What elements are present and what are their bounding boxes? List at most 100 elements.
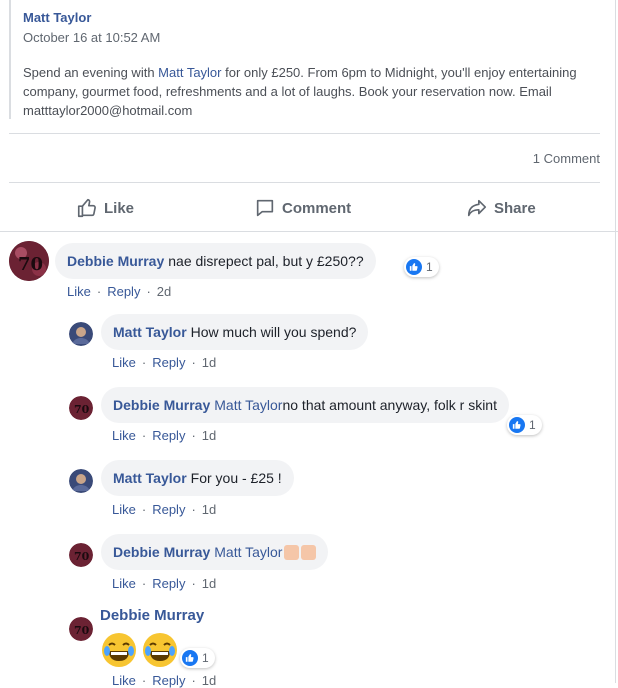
laughing-emoji bbox=[143, 633, 177, 667]
separator: · bbox=[191, 502, 196, 517]
comment-time[interactable]: 1d bbox=[202, 673, 216, 688]
share-button[interactable]: Share bbox=[466, 196, 536, 220]
avatar-image bbox=[69, 322, 93, 346]
svg-text:70: 70 bbox=[74, 624, 90, 637]
svg-text:70: 70 bbox=[18, 254, 43, 275]
comment-meta: Like · Reply · 1d bbox=[112, 428, 216, 443]
comment-time[interactable]: 1d bbox=[202, 428, 216, 443]
comment-bubble: Debbie Murray Matt Taylor bbox=[101, 534, 329, 570]
separator: · bbox=[141, 355, 147, 370]
reaction-badge[interactable]: 1 bbox=[180, 648, 215, 668]
comment-like-link[interactable]: Like bbox=[112, 576, 136, 591]
comment-reply-link[interactable]: Reply bbox=[152, 428, 185, 443]
avatar[interactable] bbox=[69, 322, 93, 346]
like-button[interactable]: Like bbox=[76, 196, 134, 220]
separator: · bbox=[141, 502, 147, 517]
post-timestamp[interactable]: October 16 at 10:52 AM bbox=[23, 30, 160, 45]
avatar[interactable]: 70 bbox=[69, 617, 93, 641]
avatar-image: 70 bbox=[9, 241, 49, 281]
avatar[interactable]: 70 bbox=[69, 543, 93, 567]
avatar-image: 70 bbox=[69, 543, 93, 567]
pointing-hand-emoji bbox=[284, 544, 300, 560]
separator: · bbox=[191, 428, 196, 443]
reaction-count: 1 bbox=[426, 260, 433, 274]
comment-author[interactable]: Matt Taylor bbox=[113, 470, 187, 486]
divider bbox=[9, 182, 600, 183]
right-border bbox=[615, 0, 616, 683]
comment-text: nae disrepect pal, but y £250?? bbox=[168, 253, 364, 269]
separator: · bbox=[141, 673, 147, 688]
separator: · bbox=[141, 576, 147, 591]
divider bbox=[0, 231, 618, 232]
comment-reply-link[interactable]: Reply bbox=[152, 673, 185, 688]
separator: · bbox=[96, 284, 102, 299]
post-author[interactable]: Matt Taylor bbox=[23, 10, 91, 25]
comment-author[interactable]: Debbie Murray bbox=[100, 607, 204, 624]
separator: · bbox=[141, 428, 147, 443]
comment-author[interactable]: Debbie Murray bbox=[113, 544, 210, 560]
comment-reply-link[interactable]: Reply bbox=[107, 284, 140, 299]
comment-button[interactable]: Comment bbox=[254, 196, 351, 220]
divider bbox=[9, 133, 600, 134]
comment-meta: Like · Reply · 1d bbox=[112, 502, 216, 517]
avatar-image bbox=[69, 469, 93, 493]
separator: · bbox=[146, 284, 151, 299]
separator: · bbox=[191, 355, 196, 370]
like-reaction-icon bbox=[406, 259, 422, 275]
comment-mention[interactable]: Matt Taylor bbox=[214, 544, 282, 560]
speech-bubble-icon bbox=[256, 199, 274, 217]
comment-text: no that amount anyway, folk r skint bbox=[282, 397, 497, 413]
comment-like-link[interactable]: Like bbox=[112, 502, 136, 517]
comment-time[interactable]: 2d bbox=[157, 284, 171, 299]
comment-time[interactable]: 1d bbox=[202, 502, 216, 517]
like-reaction-icon bbox=[509, 417, 525, 433]
reaction-badge[interactable]: 1 bbox=[507, 415, 542, 435]
comment-time[interactable]: 1d bbox=[202, 576, 216, 591]
comment-time[interactable]: 1d bbox=[202, 355, 216, 370]
pointing-hand-emoji bbox=[301, 544, 317, 560]
comment-text: For you - £25 ! bbox=[190, 470, 282, 486]
svg-text:70: 70 bbox=[74, 403, 90, 416]
comment-bubble: Matt Taylor How much will you spend? bbox=[101, 314, 369, 350]
reaction-count: 1 bbox=[202, 651, 209, 665]
avatar[interactable]: 70 bbox=[9, 241, 49, 281]
comment-meta: Like · Reply · 1d bbox=[112, 673, 216, 688]
comment-meta: Like · Reply · 1d bbox=[112, 355, 216, 370]
avatar[interactable]: 70 bbox=[69, 396, 93, 420]
comment-like-link[interactable]: Like bbox=[112, 355, 136, 370]
comment-like-link[interactable]: Like bbox=[112, 673, 136, 688]
avatar-image: 70 bbox=[69, 617, 93, 641]
post-text: Spend an evening with Matt Taylor for on… bbox=[23, 63, 583, 120]
svg-text:70: 70 bbox=[74, 550, 90, 563]
comment-like-link[interactable]: Like bbox=[112, 428, 136, 443]
separator: · bbox=[191, 673, 196, 688]
post-text-before: Spend an evening with bbox=[23, 65, 159, 80]
comment-text: How much will you spend? bbox=[190, 324, 357, 340]
like-label: Like bbox=[104, 199, 135, 217]
comment-bubble: Matt Taylor For you - £25 ! bbox=[101, 460, 294, 496]
comment-like-link[interactable]: Like bbox=[67, 284, 91, 299]
laughing-emoji bbox=[102, 633, 136, 667]
quote-bar bbox=[9, 0, 11, 119]
comment-label: Comment bbox=[282, 199, 352, 217]
comment-mention[interactable]: Matt Taylor bbox=[214, 397, 282, 413]
comment-bubble: Debbie Murray Matt Taylor no that amount … bbox=[101, 387, 509, 423]
comment-reply-link[interactable]: Reply bbox=[152, 355, 185, 370]
separator: · bbox=[191, 576, 196, 591]
like-reaction-icon bbox=[182, 650, 198, 666]
comment-author[interactable]: Debbie Murray bbox=[113, 397, 210, 413]
comment-count[interactable]: 1 Comment bbox=[533, 151, 600, 166]
comment-author[interactable]: Matt Taylor bbox=[113, 324, 187, 340]
avatar[interactable] bbox=[69, 469, 93, 493]
comment-meta: Like · Reply · 2d bbox=[67, 284, 171, 299]
post-author-link[interactable]: Matt Taylor bbox=[158, 65, 221, 80]
avatar-image: 70 bbox=[69, 396, 93, 420]
reaction-count: 1 bbox=[529, 418, 536, 432]
share-arrow-icon bbox=[467, 199, 487, 217]
reaction-badge[interactable]: 1 bbox=[404, 257, 439, 277]
comment-author[interactable]: Debbie Murray bbox=[67, 253, 164, 269]
comment-reply-link[interactable]: Reply bbox=[152, 502, 185, 517]
thumbs-up-icon bbox=[77, 198, 96, 218]
comment-bubble: Debbie Murray nae disrepect pal, but y £… bbox=[55, 243, 376, 279]
comment-reply-link[interactable]: Reply bbox=[152, 576, 185, 591]
